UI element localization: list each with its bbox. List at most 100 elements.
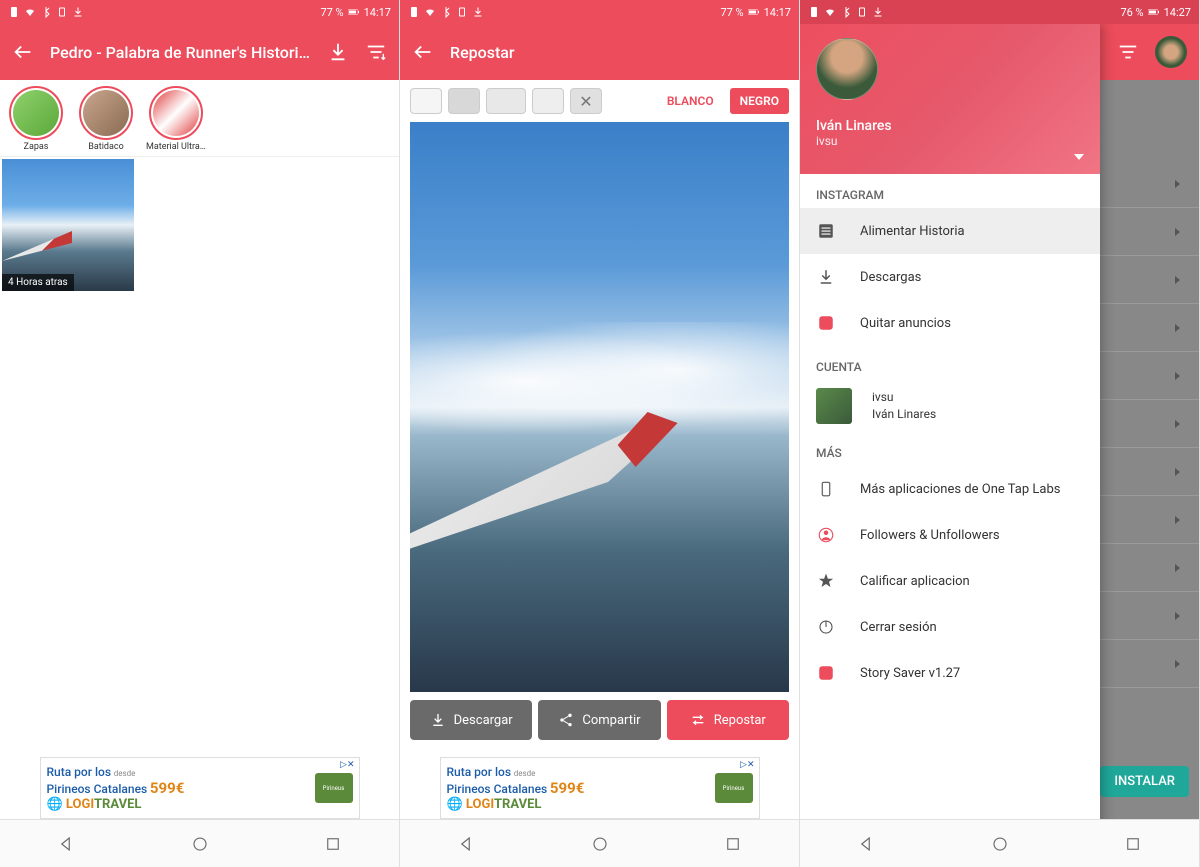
back-icon[interactable] (412, 41, 434, 63)
nav-back-icon[interactable] (858, 835, 876, 853)
share-button[interactable]: Compartir (538, 700, 660, 740)
battery-percent: 76 % (1120, 6, 1143, 19)
user-icon (816, 525, 836, 545)
nav-back-icon[interactable] (58, 835, 76, 853)
download-button[interactable]: Descargar (410, 700, 532, 740)
nav-home-icon[interactable] (591, 835, 609, 853)
story-label: Zapas (24, 142, 49, 152)
user-handle: ivsu (816, 134, 1084, 148)
repost-button[interactable]: Repostar (667, 700, 789, 740)
avatar (816, 38, 878, 100)
chevron-down-icon[interactable] (1074, 154, 1084, 160)
drawer-item-more-apps[interactable]: Más aplicaciones de One Tap Labs (800, 466, 1100, 512)
position-none[interactable]: ✕ (570, 88, 602, 114)
back-icon[interactable] (12, 41, 34, 63)
clock: 14:17 (364, 6, 391, 19)
app-icon (816, 663, 836, 683)
app-icon (816, 313, 836, 333)
position-option[interactable] (448, 88, 480, 114)
screen-repost: 77 % 14:17 Repostar ✕ BLANCO NEGRO Desca… (400, 0, 800, 867)
drawer-header[interactable]: Iván Linares ivsu (800, 24, 1100, 174)
nav-recent-icon[interactable] (724, 835, 742, 853)
color-white-button[interactable]: BLANCO (657, 88, 724, 114)
vibrate-icon (56, 6, 68, 18)
download-icon (430, 712, 446, 728)
repost-icon (690, 712, 706, 728)
navigation-drawer: Iván Linares ivsu INSTAGRAM Alimentar Hi… (800, 24, 1100, 867)
position-option[interactable] (532, 88, 564, 114)
battery-icon (748, 6, 760, 18)
vibrate-icon (456, 6, 468, 18)
sort-icon[interactable] (365, 41, 387, 63)
battery-percent: 77 % (720, 6, 743, 19)
install-button[interactable]: INSTALAR (1100, 766, 1189, 797)
vibrate-icon (856, 6, 868, 18)
avatar (1155, 36, 1187, 68)
account-fullname: Iván Linares (872, 406, 936, 423)
bluetooth-icon (840, 6, 852, 18)
clock: 14:27 (1164, 6, 1191, 19)
toolbar: Repostar (400, 24, 799, 80)
drawer-account-item[interactable]: ivsu Iván Linares (800, 380, 1100, 432)
sim-icon (808, 6, 820, 18)
download-icon (72, 6, 84, 18)
wifi-icon (24, 6, 36, 18)
story-grid: 4 Horas atras (0, 157, 399, 293)
wifi-icon (424, 6, 436, 18)
sort-icon (1117, 41, 1139, 63)
download-all-icon[interactable] (327, 41, 349, 63)
nav-recent-icon[interactable] (1124, 835, 1142, 853)
screen-stories: 77 % 14:17 Pedro - Palabra de Runner's H… (0, 0, 400, 867)
battery-icon (1148, 6, 1160, 18)
ad-sublogo: Pirineus (715, 773, 753, 803)
ad-banner[interactable]: Ruta por los desde Pirineos Catalanes 59… (40, 757, 360, 819)
feed-icon (816, 221, 836, 241)
color-black-button[interactable]: NEGRO (730, 88, 789, 114)
account-username: ivsu (872, 389, 936, 406)
nav-home-icon[interactable] (991, 835, 1009, 853)
section-header: INSTAGRAM (800, 174, 1100, 208)
position-option[interactable] (410, 88, 442, 114)
wifi-icon (824, 6, 836, 18)
section-header: CUENTA (800, 346, 1100, 380)
nav-home-icon[interactable] (191, 835, 209, 853)
avatar (816, 388, 852, 424)
battery-icon (348, 6, 360, 18)
story-highlight[interactable]: Material Ultram (144, 86, 208, 152)
sim-icon (8, 6, 20, 18)
nav-back-icon[interactable] (458, 835, 476, 853)
drawer-item-followers[interactable]: Followers & Unfollowers (800, 512, 1100, 558)
drawer-item-version[interactable]: Story Saver v1.27 (800, 650, 1100, 696)
drawer-item-downloads[interactable]: Descargas (800, 254, 1100, 300)
toolbar: Pedro - Palabra de Runner's Historias (0, 24, 399, 80)
share-icon (558, 712, 574, 728)
ad-choices-icon[interactable]: ▷✕ (340, 760, 354, 770)
status-bar: 76 % 14:27 (800, 0, 1199, 24)
drawer-item-logout[interactable]: Cerrar sesión (800, 604, 1100, 650)
sim-icon (408, 6, 420, 18)
user-name: Iván Linares (816, 118, 1084, 134)
android-navbar (0, 819, 399, 867)
nav-recent-icon[interactable] (324, 835, 342, 853)
page-title: Repostar (450, 43, 787, 62)
watermark-position-row: ✕ BLANCO NEGRO (400, 80, 799, 122)
position-option[interactable] (486, 88, 526, 114)
story-preview (410, 122, 789, 692)
clock: 14:17 (764, 6, 791, 19)
ad-banner[interactable]: Ruta por los desde Pirineos Catalanes 59… (440, 757, 760, 819)
drawer-item-remove-ads[interactable]: Quitar anuncios (800, 300, 1100, 346)
screen-drawer: INSTALAR 76 % 14:27 Iván Linares ivsu IN… (800, 0, 1200, 867)
ad-sublogo: Pirineus (315, 773, 353, 803)
drawer-item-rate[interactable]: Calificar aplicacion (800, 558, 1100, 604)
phone-icon (816, 479, 836, 499)
drawer-item-feed[interactable]: Alimentar Historia (800, 208, 1100, 254)
ad-choices-icon[interactable]: ▷✕ (740, 760, 754, 770)
power-icon (816, 617, 836, 637)
story-highlight[interactable]: Zapas (4, 86, 68, 152)
battery-percent: 77 % (320, 6, 343, 19)
story-highlight[interactable]: Batidaco (74, 86, 138, 152)
story-thumbnail[interactable]: 4 Horas atras (2, 159, 134, 291)
stories-row: Zapas Batidaco Material Ultram (0, 80, 399, 157)
section-header: MÁS (800, 432, 1100, 466)
android-navbar (800, 819, 1199, 867)
